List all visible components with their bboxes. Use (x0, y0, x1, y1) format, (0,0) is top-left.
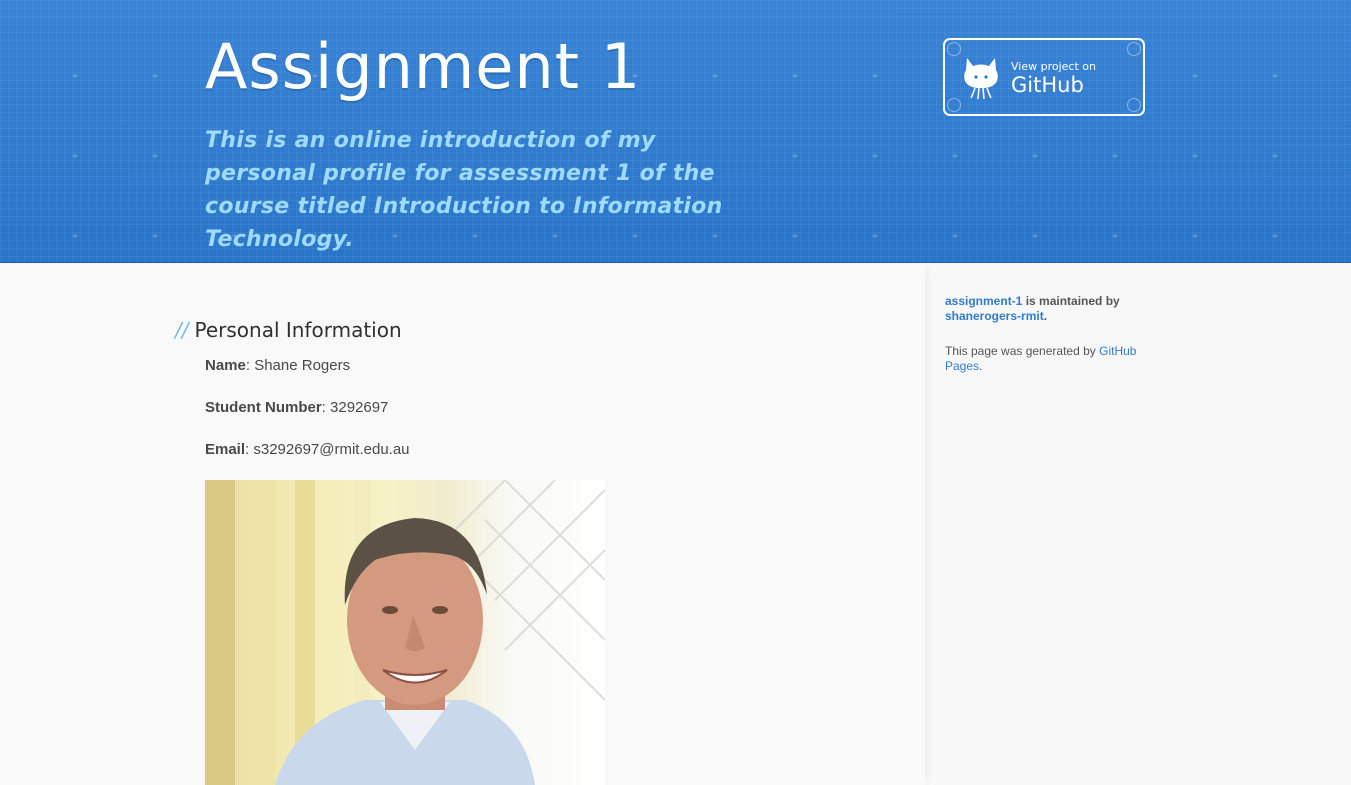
github-button-label: GitHub (1011, 73, 1084, 97)
repo-link[interactable]: assignment-1 (945, 294, 1022, 308)
decorative-corner (1127, 98, 1141, 112)
site-tagline: This is an online introduction of my per… (205, 128, 723, 252)
view-on-github-button[interactable]: View project on GitHub (943, 38, 1145, 116)
info-label: Student Number (205, 399, 322, 416)
generator-credit: This page was generated by GitHub Pages. (945, 344, 1145, 374)
octocat-icon (964, 58, 998, 100)
heading-slashes: // (175, 318, 189, 342)
info-row-email: Email: s3292697@rmit.edu.au (205, 441, 410, 458)
generated-suffix: . (979, 359, 983, 373)
sidebar: assignment-1 is maintained by shaneroger… (945, 294, 1145, 394)
info-row-name: Name: Shane Rogers (205, 357, 350, 374)
decorative-corner (947, 42, 961, 56)
generated-text: This page was generated by (945, 344, 1100, 358)
maintained-text: is maintained by (1022, 294, 1120, 308)
info-value: : 3292697 (321, 399, 389, 416)
site-title: Assignment 1 (205, 30, 642, 103)
main-content: //Personal Information Name: Shane Roger… (0, 264, 925, 785)
section-heading-text: Personal Information (194, 318, 402, 342)
page-header: + + + + + + + + + + + + + + + + + + + + … (0, 0, 1351, 263)
info-value: : Shane Rogers (245, 357, 351, 374)
decorative-corner (947, 98, 961, 112)
owner-link[interactable]: shanerogers-rmit (945, 309, 1044, 323)
info-label: Name (205, 357, 246, 374)
info-row-student-number: Student Number: 3292697 (205, 399, 388, 416)
decorative-corner (1127, 42, 1141, 56)
owner-suffix: . (1043, 309, 1048, 323)
info-label: Email (205, 441, 246, 458)
profile-photo (205, 480, 605, 785)
section-heading: //Personal Information (175, 318, 402, 342)
info-value: : s3292697@rmit.edu.au (245, 441, 410, 458)
maintainer-credit: assignment-1 is maintained by shaneroger… (945, 294, 1145, 324)
github-button-caption: View project on (1011, 60, 1096, 73)
